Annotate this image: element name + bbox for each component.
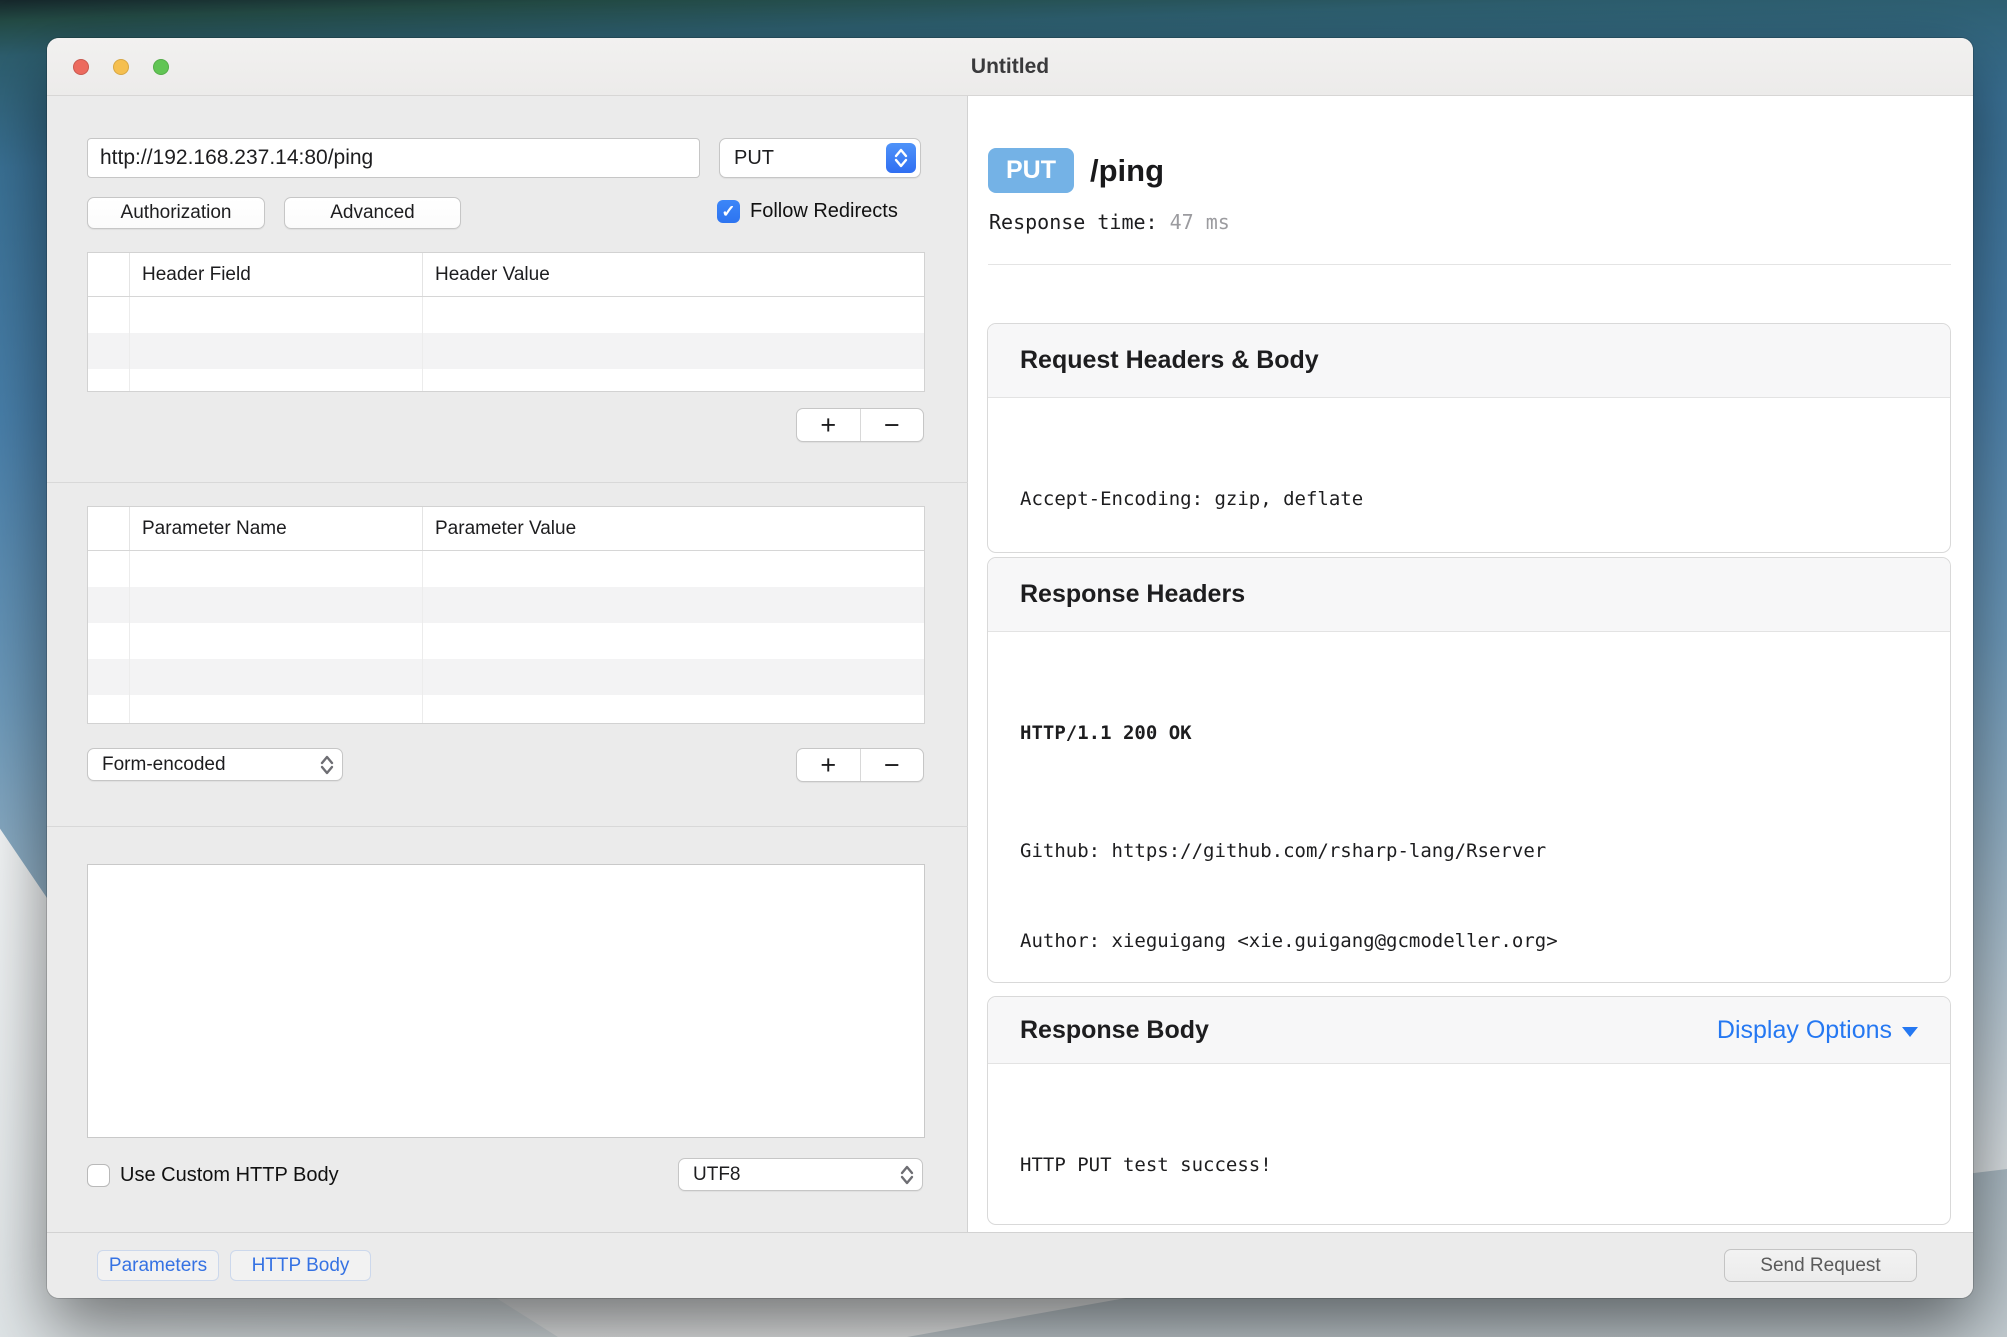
authorization-button[interactable]: Authorization: [87, 197, 265, 229]
headers-table-col-field: Header Field: [130, 253, 423, 296]
response-time-value: 47 ms: [1170, 210, 1230, 234]
add-parameter-button[interactable]: +: [797, 749, 861, 781]
response-headers-title: Response Headers: [1020, 580, 1245, 609]
follow-redirects-checkbox[interactable]: Follow Redirects: [717, 200, 898, 223]
http-body-textarea[interactable]: [87, 864, 925, 1138]
parameters-table-corner-cell: [88, 507, 130, 550]
method-select[interactable]: PUT: [719, 138, 921, 178]
table-row[interactable]: [88, 333, 924, 369]
table-row[interactable]: [88, 551, 924, 587]
http-body-tab-link[interactable]: HTTP Body: [230, 1250, 371, 1281]
response-body-text: HTTP PUT test success!: [1020, 1150, 1918, 1180]
http-status-line: HTTP/1.1 200 OK: [1020, 718, 1918, 748]
response-body-card-header: Response Body Display Options: [988, 997, 1950, 1064]
chevron-up-down-icon: [895, 1163, 919, 1187]
request-summary: PUT /ping: [988, 148, 1164, 193]
add-header-button[interactable]: +: [797, 409, 861, 441]
headers-table[interactable]: Header Field Header Value: [87, 252, 925, 392]
table-row[interactable]: [88, 297, 924, 333]
remove-parameter-button[interactable]: −: [861, 749, 924, 781]
chevron-up-down-icon: [315, 753, 339, 777]
response-time: Response time: 47 ms: [989, 210, 1230, 234]
bottom-bar: Parameters HTTP Body Send Request: [47, 1232, 1973, 1298]
headers-table-corner-cell: [88, 253, 130, 296]
table-row[interactable]: [88, 659, 924, 695]
encoding-select-value: Form-encoded: [102, 754, 226, 776]
parameters-table-header: Parameter Name Parameter Value: [88, 507, 924, 551]
charset-select[interactable]: UTF8: [678, 1158, 923, 1191]
table-row[interactable]: [88, 695, 924, 724]
url-input[interactable]: [87, 138, 700, 178]
follow-redirects-label: Follow Redirects: [750, 200, 898, 223]
parameters-table-col-value: Parameter Value: [423, 507, 924, 550]
header-line: Github: https://github.com/rsharp-lang/R…: [1020, 836, 1918, 866]
response-time-label: Response time:: [989, 210, 1158, 234]
app-window: Untitled PUT Authorization Advanced Fol: [47, 38, 1973, 1298]
encoding-select[interactable]: Form-encoded: [87, 748, 343, 781]
response-pane: PUT /ping Response time: 47 ms Request H…: [968, 96, 1973, 1232]
checkbox-checked-icon: [717, 200, 740, 223]
parameters-tab-link[interactable]: Parameters: [97, 1250, 219, 1281]
request-headers-card-header: Request Headers & Body: [988, 324, 1950, 398]
request-headers-body: Accept-Encoding: gzip, deflate Accept: *…: [988, 398, 1950, 553]
response-body-content: HTTP PUT test success!: [988, 1064, 1950, 1225]
response-headers-card-header: Response Headers: [988, 558, 1950, 632]
request-headers-card: Request Headers & Body Accept-Encoding: …: [987, 323, 1951, 553]
checkbox-unchecked-icon: [87, 1164, 110, 1187]
charset-select-value: UTF8: [693, 1164, 741, 1186]
section-divider: [47, 482, 968, 483]
display-options-button[interactable]: Display Options: [1717, 1016, 1918, 1045]
response-headers-card: Response Headers HTTP/1.1 200 OK Github:…: [987, 557, 1951, 983]
table-row[interactable]: [88, 587, 924, 623]
request-path: /ping: [1090, 153, 1164, 189]
display-options-label: Display Options: [1717, 1016, 1892, 1045]
section-divider: [47, 826, 968, 827]
request-pane: PUT Authorization Advanced Follow Redire…: [47, 96, 968, 1232]
chevron-up-down-icon: [886, 143, 916, 173]
parameter-add-remove-control: + −: [796, 748, 924, 782]
chevron-down-icon: [1902, 1027, 1918, 1037]
response-body-card: Response Body Display Options HTTP PUT t…: [987, 996, 1951, 1225]
parameters-table-col-name: Parameter Name: [130, 507, 423, 550]
parameters-table[interactable]: Parameter Name Parameter Value: [87, 506, 925, 724]
summary-divider: [988, 264, 1951, 265]
titlebar: Untitled: [47, 38, 1973, 96]
header-line: Author: xieguigang <xie.guigang@gcmodell…: [1020, 926, 1918, 956]
header-add-remove-control: + −: [796, 408, 924, 442]
window-title: Untitled: [47, 38, 1973, 96]
request-headers-title: Request Headers & Body: [1020, 346, 1319, 375]
headers-table-col-value: Header Value: [423, 253, 924, 296]
response-body-title: Response Body: [1020, 1016, 1209, 1045]
remove-header-button[interactable]: −: [861, 409, 924, 441]
header-line: Accept-Encoding: gzip, deflate: [1020, 484, 1918, 514]
advanced-button[interactable]: Advanced: [284, 197, 461, 229]
table-row[interactable]: [88, 623, 924, 659]
method-select-value: PUT: [734, 147, 774, 170]
use-custom-body-label: Use Custom HTTP Body: [120, 1164, 339, 1187]
table-row[interactable]: [88, 369, 924, 392]
send-request-button[interactable]: Send Request: [1724, 1249, 1917, 1282]
method-badge: PUT: [988, 148, 1074, 193]
headers-table-header: Header Field Header Value: [88, 253, 924, 297]
use-custom-body-checkbox[interactable]: Use Custom HTTP Body: [87, 1164, 339, 1187]
response-headers-body: HTTP/1.1 200 OK Github: https://github.c…: [988, 632, 1950, 983]
